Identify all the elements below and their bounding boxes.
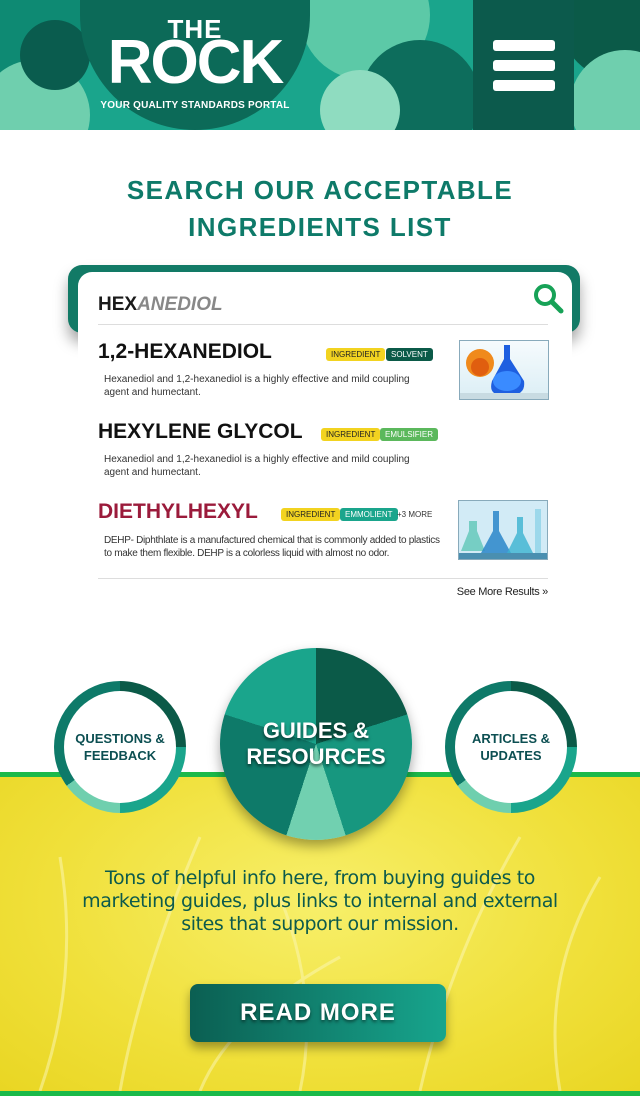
result-image-lab-glassware xyxy=(458,500,548,560)
hamburger-menu-icon xyxy=(493,40,555,51)
search-divider xyxy=(98,324,548,325)
tag-ingredient[interactable]: INGREDIENT xyxy=(321,428,381,441)
page-bottom-strip xyxy=(0,1096,640,1120)
hamburger-menu-button[interactable] xyxy=(473,0,574,130)
see-more-results-link[interactable]: See More Results » xyxy=(457,586,549,598)
logo-tagline: YOUR QUALITY STANDARDS PORTAL xyxy=(100,100,290,111)
read-more-button[interactable]: READ MORE xyxy=(190,984,446,1042)
search-typed-text: HEX xyxy=(98,294,138,315)
guides-resources-label: GUIDES & RESOURCES xyxy=(246,718,386,769)
questions-feedback-label: QUESTIONS & FEEDBACK xyxy=(75,731,165,763)
search-results-card: HEXANEDIOL 1,2-HEXANEDIOL INGREDIENT SOL… xyxy=(78,272,572,607)
tag-solvent[interactable]: SOLVENT xyxy=(386,348,433,361)
more-tags-link[interactable]: +3 MORE xyxy=(397,508,432,521)
questions-feedback-circle: QUESTIONS & FEEDBACK xyxy=(64,691,176,803)
site-header: THE ROCK YOUR QUALITY STANDARDS PORTAL xyxy=(0,0,640,130)
search-title-text: SEARCH OUR ACCEPTABLE INGREDIENTS LIST xyxy=(126,175,514,242)
result-title[interactable]: HEXYLENE GLYCOL xyxy=(98,420,303,444)
tag-ingredient[interactable]: INGREDIENT xyxy=(326,348,386,361)
search-result-item[interactable]: 1,2-HEXANEDIOL INGREDIENT SOLVENT Hexane… xyxy=(98,340,550,400)
articles-updates-button[interactable]: ARTICLES & UPDATES xyxy=(445,681,577,813)
tag-ingredient[interactable]: INGREDIENT xyxy=(281,508,341,521)
tag-emmolient[interactable]: EMMOLIENT xyxy=(340,508,398,521)
results-footer-divider xyxy=(98,578,548,579)
search-result-item[interactable]: DIETHYLHEXYL INGREDIENT EMMOLIENT +3 MOR… xyxy=(98,500,550,562)
hamburger-menu-icon xyxy=(493,80,555,91)
logo[interactable]: THE ROCK YOUR QUALITY STANDARDS PORTAL xyxy=(80,0,310,130)
articles-updates-label: ARTICLES & UPDATES xyxy=(472,731,550,763)
articles-updates-circle: ARTICLES & UPDATES xyxy=(455,691,567,803)
search-result-item[interactable]: HEXYLENE GLYCOL INGREDIENT EMULSIFIER He… xyxy=(98,420,550,480)
search-input[interactable]: HEXANEDIOL xyxy=(98,294,223,316)
result-title[interactable]: 1,2-HEXANEDIOL xyxy=(98,340,272,364)
tag-emulsifier[interactable]: EMULSIFIER xyxy=(380,428,439,441)
result-image-flasks xyxy=(459,340,549,400)
guides-resources-button[interactable]: GUIDES & RESOURCES xyxy=(220,648,412,840)
search-icon[interactable] xyxy=(532,282,564,314)
hamburger-menu-icon xyxy=(493,60,555,71)
search-section-title: SEARCH OUR ACCEPTABLE INGREDIENTS LIST xyxy=(0,172,640,246)
promo-description: Tons of helpful info here, from buying g… xyxy=(82,867,558,935)
logo-rock-text: ROCK xyxy=(107,28,285,97)
result-description: DEHP- Diphthlate is a manufactured chemi… xyxy=(104,535,440,559)
questions-feedback-button[interactable]: QUESTIONS & FEEDBACK xyxy=(54,681,186,813)
search-autocomplete-text: ANEDIOL xyxy=(137,294,223,315)
result-description: Hexanediol and 1,2-hexanediol is a highl… xyxy=(104,454,410,478)
result-description: Hexanediol and 1,2-hexanediol is a highl… xyxy=(104,374,410,398)
result-title[interactable]: DIETHYLHEXYL xyxy=(98,500,258,524)
read-more-label: READ MORE xyxy=(240,999,396,1026)
